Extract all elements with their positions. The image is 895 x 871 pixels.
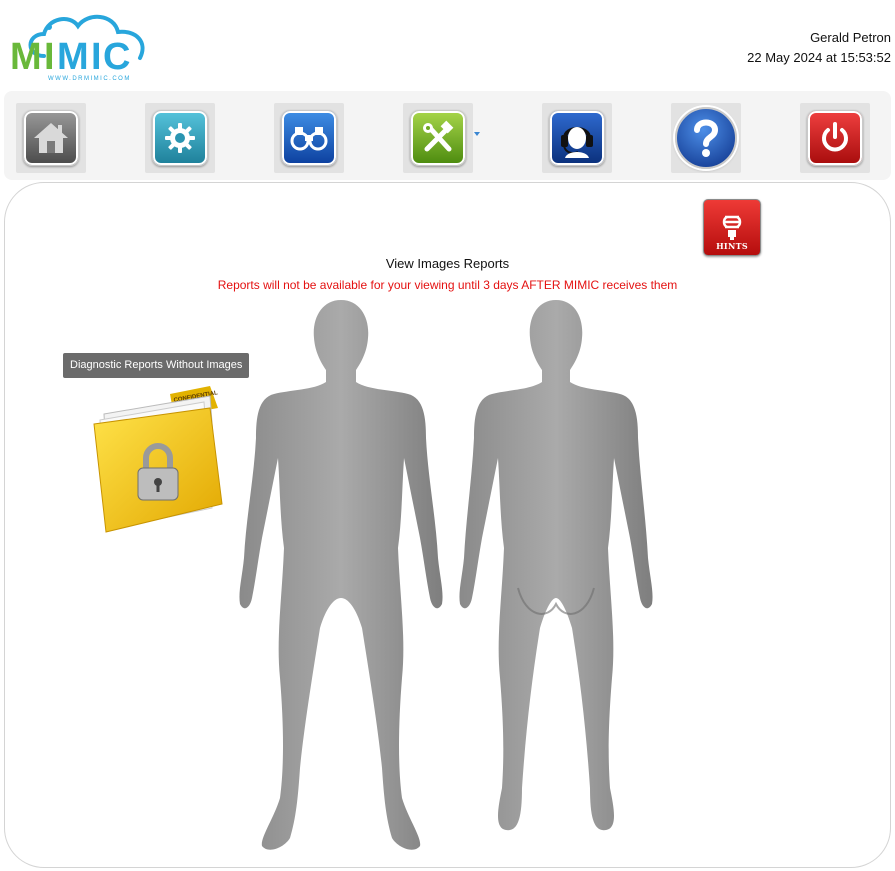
home-button[interactable] <box>16 103 86 173</box>
svg-text:I: I <box>44 36 55 78</box>
hints-label: HINTS <box>716 241 748 251</box>
svg-text:I: I <box>91 36 102 78</box>
tools-icon <box>410 110 466 166</box>
power-icon <box>807 110 863 166</box>
headset-icon <box>549 110 605 166</box>
settings-button[interactable] <box>145 103 215 173</box>
locked-folder-icon[interactable]: CONFIDENTIAL <box>92 386 224 534</box>
svg-text:M: M <box>10 36 42 78</box>
lightbulb-icon <box>722 215 742 240</box>
mimic-logo[interactable]: M I M I C WWW.DRMIMIC.COM <box>8 6 153 84</box>
body-back-figure[interactable] <box>456 298 656 834</box>
search-button[interactable] <box>274 103 344 173</box>
current-datetime: 22 May 2024 at 15:53:52 <box>747 50 891 65</box>
body-front-figure[interactable] <box>234 298 448 854</box>
page-title: View Images Reports <box>385 256 510 271</box>
logo-url: WWW.DRMIMIC.COM <box>48 76 131 82</box>
gear-icon <box>152 110 208 166</box>
main-toolbar <box>4 91 891 180</box>
support-button[interactable] <box>542 103 612 173</box>
svg-text:C: C <box>103 36 130 78</box>
availability-notice: Reports will not be available for your v… <box>217 278 678 292</box>
user-name: Gerald Petron <box>810 30 891 45</box>
home-icon <box>23 110 79 166</box>
user-info: Gerald Petron 22 May 2024 at 15:53:52 <box>747 28 891 68</box>
help-button[interactable] <box>671 103 741 173</box>
diagnostic-reports-tooltip: Diagnostic Reports Without Images <box>63 353 250 378</box>
tools-dropdown-caret[interactable] <box>474 132 480 136</box>
logout-button[interactable] <box>800 103 870 173</box>
hints-button[interactable]: HINTS <box>703 199 761 256</box>
tools-button[interactable] <box>403 103 473 173</box>
question-icon <box>675 107 737 169</box>
binoculars-icon <box>281 110 337 166</box>
svg-text:M: M <box>57 36 89 78</box>
